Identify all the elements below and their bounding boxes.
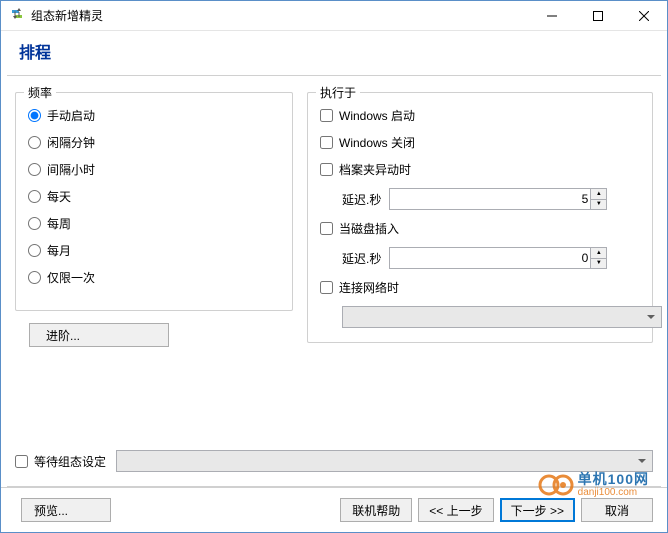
footer: 预览... 联机帮助 << 上一步 下一步 >> 取消 (1, 487, 667, 532)
disk-inserted-checkbox[interactable] (320, 222, 333, 235)
delay2-row: 延迟.秒 ▲ ▼ (342, 247, 640, 269)
run-on-groupbox: 执行于 Windows 启动 Windows 关闭 档案夹异动时 延迟.秒 ▲ … (307, 92, 653, 343)
run-on-column: 执行于 Windows 启动 Windows 关闭 档案夹异动时 延迟.秒 ▲ … (307, 86, 653, 347)
close-button[interactable] (621, 1, 667, 30)
freq-interval-min-row[interactable]: 闲隔分钟 (28, 134, 280, 151)
freq-manual-row[interactable]: 手动启动 (28, 107, 280, 124)
windows-startup-label: Windows 启动 (339, 107, 415, 124)
network-connected-checkbox[interactable] (320, 281, 333, 294)
cancel-button[interactable]: 取消 (581, 498, 653, 522)
freq-daily-radio[interactable] (28, 190, 41, 203)
folder-changed-label: 档案夹异动时 (339, 161, 411, 178)
preview-button[interactable]: 预览... (21, 498, 111, 522)
freq-daily-row[interactable]: 每天 (28, 188, 280, 205)
frequency-groupbox: 频率 手动启动 闲隔分钟 间隔小时 每天 每周 每月 仅限一次 (15, 92, 293, 311)
folder-changed-row[interactable]: 档案夹异动时 (320, 161, 640, 178)
freq-monthly-label: 每月 (47, 242, 71, 259)
freq-daily-label: 每天 (47, 188, 71, 205)
delay1-spin-wrap: ▲ ▼ (389, 188, 607, 210)
run-on-group-title: 执行于 (316, 84, 360, 101)
freq-monthly-radio[interactable] (28, 244, 41, 257)
delay2-spin-buttons: ▲ ▼ (590, 248, 606, 268)
freq-manual-label: 手动启动 (47, 107, 95, 124)
delay2-label: 延迟.秒 (342, 250, 381, 267)
minimize-button[interactable] (529, 1, 575, 30)
wait-config-checkbox[interactable] (15, 455, 28, 468)
delay1-input[interactable] (389, 188, 607, 210)
freq-interval-hour-row[interactable]: 间隔小时 (28, 161, 280, 178)
delay2-input[interactable] (389, 247, 607, 269)
delay1-spin-down[interactable]: ▼ (590, 200, 606, 210)
windows-startup-checkbox[interactable] (320, 109, 333, 122)
disk-inserted-label: 当磁盘插入 (339, 220, 399, 237)
wait-config-combo[interactable] (116, 450, 653, 472)
freq-weekly-label: 每周 (47, 215, 71, 232)
delay2-spin-wrap: ▲ ▼ (389, 247, 607, 269)
page-header: 排程 (1, 31, 667, 71)
bottom-area: 等待组态设定 预览... 联机帮助 << 上一步 下一步 >> 取消 (1, 450, 667, 532)
freq-once-row[interactable]: 仅限一次 (28, 269, 280, 286)
window-controls (529, 1, 667, 30)
freq-weekly-radio[interactable] (28, 217, 41, 230)
online-help-button[interactable]: 联机帮助 (340, 498, 412, 522)
freq-weekly-row[interactable]: 每周 (28, 215, 280, 232)
windows-startup-row[interactable]: Windows 启动 (320, 107, 640, 124)
maximize-button[interactable] (575, 1, 621, 30)
window-title: 组态新增精灵 (31, 7, 529, 24)
wait-config-label: 等待组态设定 (34, 453, 106, 470)
app-icon (9, 8, 25, 24)
wait-row: 等待组态设定 (1, 450, 667, 482)
freq-manual-radio[interactable] (28, 109, 41, 122)
delay1-label: 延迟.秒 (342, 191, 381, 208)
content-area: 频率 手动启动 闲隔分钟 间隔小时 每天 每周 每月 仅限一次 进阶... 执行… (1, 76, 667, 347)
advanced-button[interactable]: 进阶... (29, 323, 169, 347)
delay1-row: 延迟.秒 ▲ ▼ (342, 188, 640, 210)
delay1-spin-buttons: ▲ ▼ (590, 189, 606, 209)
freq-interval-min-radio[interactable] (28, 136, 41, 149)
delay2-spin-up[interactable]: ▲ (590, 248, 606, 259)
freq-interval-hour-label: 间隔小时 (47, 161, 95, 178)
wait-config-row[interactable]: 等待组态设定 (15, 453, 106, 470)
freq-interval-hour-radio[interactable] (28, 163, 41, 176)
disk-inserted-row[interactable]: 当磁盘插入 (320, 220, 640, 237)
titlebar: 组态新增精灵 (1, 1, 667, 31)
freq-interval-min-label: 闲隔分钟 (47, 134, 95, 151)
network-connected-row[interactable]: 连接网络时 (320, 279, 640, 296)
folder-changed-checkbox[interactable] (320, 163, 333, 176)
network-combo[interactable] (342, 306, 662, 328)
windows-shutdown-checkbox[interactable] (320, 136, 333, 149)
freq-once-radio[interactable] (28, 271, 41, 284)
freq-once-label: 仅限一次 (47, 269, 95, 286)
delay1-spin-up[interactable]: ▲ (590, 189, 606, 200)
network-connected-label: 连接网络时 (339, 279, 399, 296)
prev-button[interactable]: << 上一步 (418, 498, 493, 522)
frequency-group-title: 频率 (24, 84, 56, 101)
windows-shutdown-label: Windows 关闭 (339, 134, 415, 151)
page-title: 排程 (19, 39, 649, 63)
windows-shutdown-row[interactable]: Windows 关闭 (320, 134, 640, 151)
next-button[interactable]: 下一步 >> (500, 498, 575, 522)
frequency-column: 频率 手动启动 闲隔分钟 间隔小时 每天 每周 每月 仅限一次 进阶... (15, 86, 293, 347)
delay2-spin-down[interactable]: ▼ (590, 259, 606, 269)
freq-monthly-row[interactable]: 每月 (28, 242, 280, 259)
